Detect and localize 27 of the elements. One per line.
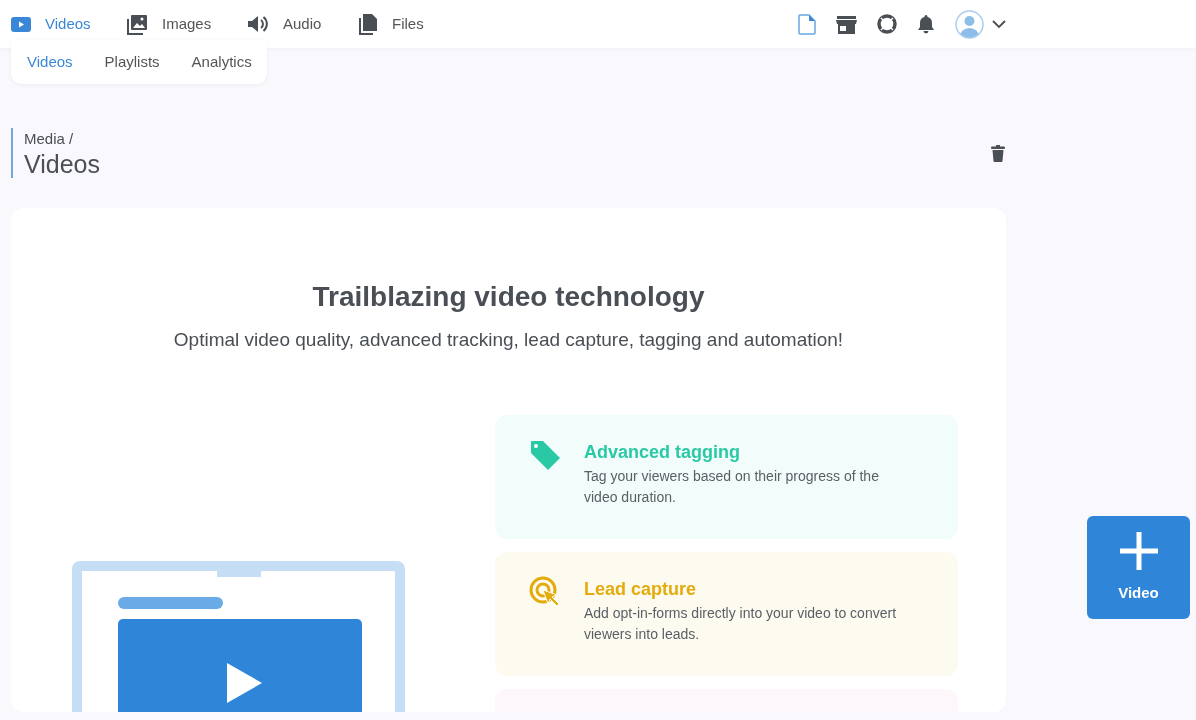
images-icon	[127, 13, 148, 35]
feature-description: Tag your viewers based on their progress of the video duration.	[584, 466, 880, 508]
nav-tab[interactable]: Videos	[11, 12, 127, 36]
chevron-down-icon[interactable]	[992, 19, 1006, 29]
hero-subtitle: Optimal video quality, advanced tracking, lead capture, tagging and automation!	[172, 328, 845, 352]
page-title: Videos	[24, 150, 100, 178]
breadcrumb-parent[interactable]: Media /	[24, 128, 100, 151]
add-video-button[interactable]: Video	[1087, 516, 1190, 619]
lifebuoy-icon[interactable]	[877, 14, 897, 34]
sub-tab[interactable]: Playlists	[104, 50, 160, 74]
speaker-icon	[247, 14, 269, 34]
video-icon	[11, 16, 31, 32]
document-icon[interactable]	[798, 13, 816, 35]
trash-icon[interactable]	[991, 144, 1005, 162]
feature-title: Advanced tagging	[584, 440, 741, 464]
store-icon[interactable]	[836, 14, 857, 34]
sub-tab[interactable]: Analytics	[191, 50, 252, 74]
sub-tab[interactable]: Videos	[27, 50, 73, 74]
nav-tab[interactable]: Audio	[247, 12, 359, 36]
files-icon	[359, 13, 378, 35]
nav-tab[interactable]: Images	[127, 12, 247, 36]
hero-title: Trailblazing video technology	[311, 280, 706, 314]
feature-title: Lead capture	[584, 577, 698, 601]
bell-icon[interactable]	[917, 14, 935, 34]
plus-icon	[1117, 530, 1160, 573]
feature-description: Add opt-in-forms directly into your video to convert viewers into leads.	[584, 603, 898, 645]
nav-tab[interactable]: Files	[359, 12, 439, 36]
